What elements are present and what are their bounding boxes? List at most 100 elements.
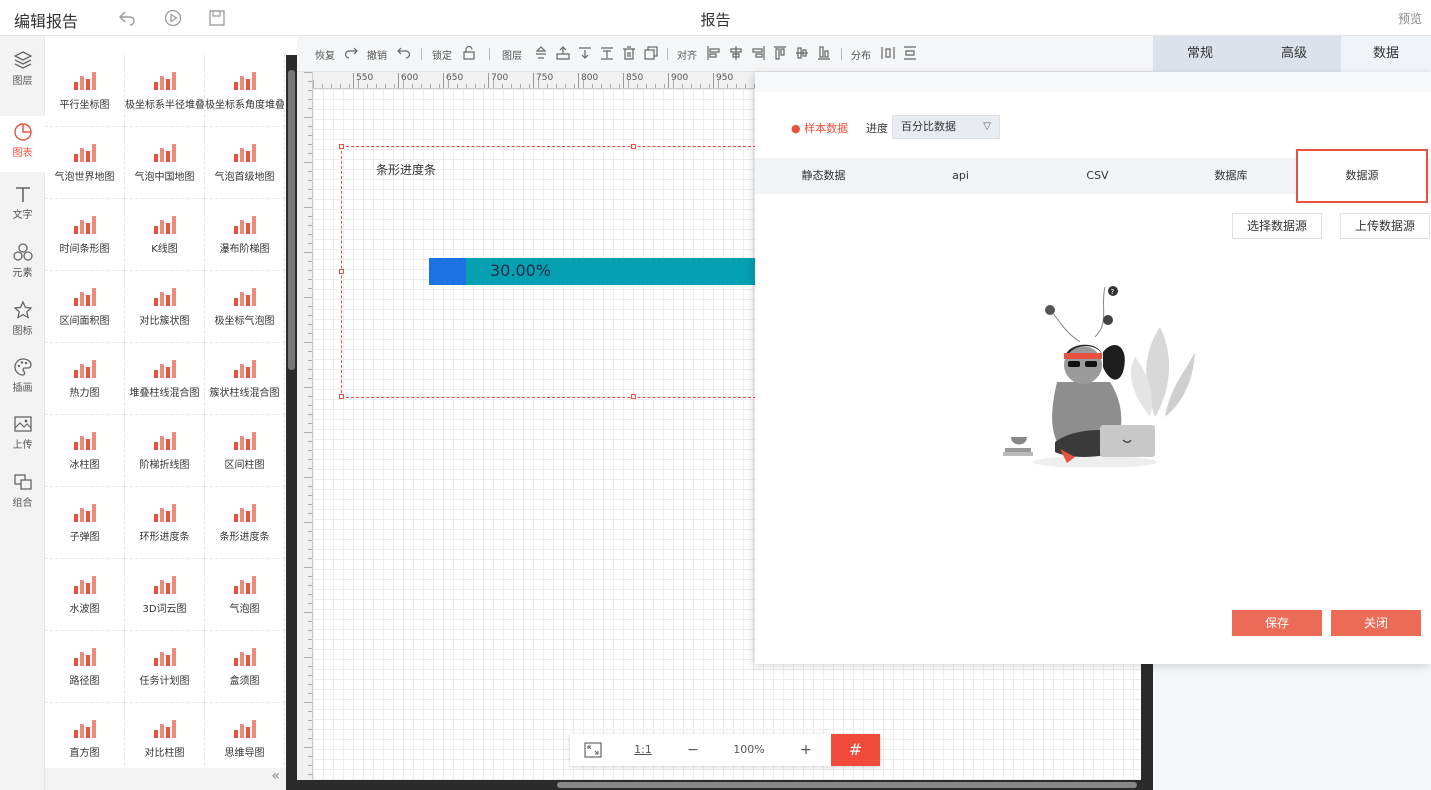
palette-item[interactable]: 对比柱图 (125, 703, 205, 775)
palette-item[interactable]: 气泡中国地图 (125, 127, 205, 199)
choose-datasource-button[interactable]: 选择数据源 (1232, 213, 1322, 239)
resize-handle[interactable] (631, 394, 636, 399)
chart-type-icon (233, 720, 256, 738)
palette-item[interactable]: 对比簇状图 (125, 271, 205, 343)
nav-upload[interactable]: 上传 (0, 408, 45, 458)
layer-up-icon[interactable] (534, 45, 548, 61)
palette-scrollbar[interactable] (286, 55, 297, 790)
zoom-in-button[interactable]: + (782, 734, 830, 766)
undo-icon[interactable] (118, 9, 136, 27)
palette-item[interactable]: 极坐标系半径堆叠 (125, 55, 205, 127)
palette-item[interactable]: K线图 (125, 199, 205, 271)
palette-item[interactable]: 子弹图 (45, 487, 125, 559)
resize-handle[interactable] (339, 394, 344, 399)
palette-item[interactable]: 极坐标气泡图 (205, 271, 285, 343)
tab-api[interactable]: api (892, 158, 1029, 194)
grid-toggle-icon[interactable]: # (831, 734, 880, 766)
layers-icon (13, 51, 32, 69)
layer-bottom-icon[interactable] (600, 45, 614, 61)
palette-item[interactable]: 时间条形图 (45, 199, 125, 271)
nav-layers[interactable]: 图层 (0, 44, 45, 94)
upload-datasource-button[interactable]: 上传数据源 (1340, 213, 1430, 239)
close-button[interactable]: 关闭 (1331, 610, 1421, 636)
undo-button[interactable]: 撤销 (367, 47, 387, 62)
tab-database[interactable]: 数据库 (1166, 158, 1296, 194)
sample-data-option[interactable]: ● 样本数据 (791, 120, 848, 136)
align-center-icon[interactable] (729, 45, 743, 61)
undo-arrow-icon[interactable] (397, 45, 411, 61)
resize-handle[interactable] (339, 144, 344, 149)
align-middle-icon[interactable] (795, 45, 809, 61)
palette-item[interactable]: 区间面积图 (45, 271, 125, 343)
palette-item[interactable]: 水波图 (45, 559, 125, 631)
layer-top-icon[interactable] (556, 45, 570, 61)
palette-item[interactable]: 直方图 (45, 703, 125, 775)
tab-advanced[interactable]: 高级 (1247, 36, 1341, 72)
palette-item[interactable]: 区间柱图 (205, 415, 285, 487)
nav-text[interactable]: 文字 (0, 178, 45, 228)
palette-item[interactable]: 堆叠柱线混合图 (125, 343, 205, 415)
palette-item[interactable]: 气泡首级地图 (205, 127, 285, 199)
ruler-tick-label: 950 (713, 73, 733, 88)
progress-type-select[interactable]: 百分比数据 ▽ (892, 115, 1000, 139)
delete-icon[interactable] (622, 45, 636, 61)
palette-item[interactable]: 气泡世界地图 (45, 127, 125, 199)
save-button[interactable]: 保存 (1232, 610, 1322, 636)
copy-icon[interactable] (644, 45, 658, 61)
distribute-horizontal-icon[interactable] (881, 45, 895, 61)
save-icon[interactable] (208, 9, 226, 27)
resize-handle[interactable] (339, 269, 344, 274)
redo-icon[interactable] (344, 45, 358, 61)
palette-item[interactable]: 平行坐标图 (45, 55, 125, 127)
palette-item-label: 思维导图 (224, 748, 265, 759)
tab-general[interactable]: 常规 (1153, 36, 1247, 72)
palette-item[interactable]: 思维导图 (205, 703, 285, 775)
align-left-icon[interactable] (707, 45, 721, 61)
actual-size-button[interactable]: 1:1 (616, 734, 670, 766)
collapse-panel-button[interactable]: « (45, 768, 286, 790)
nav-illustrations[interactable]: 插画 (0, 351, 45, 401)
nav-elements[interactable]: 元素 (0, 236, 45, 286)
play-icon[interactable] (164, 9, 182, 27)
nav-charts[interactable]: 图表 (0, 116, 45, 172)
palette-item[interactable]: 瀑布阶梯图 (205, 199, 285, 271)
group-icon (13, 474, 32, 490)
tab-data[interactable]: 数据 (1341, 36, 1431, 72)
lock-button[interactable]: 锁定 (432, 47, 452, 62)
sample-data-label: 样本数据 (804, 122, 849, 135)
palette-item[interactable]: 环形进度条 (125, 487, 205, 559)
resize-handle[interactable] (631, 144, 636, 149)
palette-item[interactable]: 冰柱图 (45, 415, 125, 487)
chart-type-icon (153, 72, 176, 90)
palette-item[interactable]: 任务计划图 (125, 631, 205, 703)
layer-down-icon[interactable] (578, 45, 592, 61)
palette-item[interactable]: 气泡图 (205, 559, 285, 631)
redo-button[interactable]: 恢复 (315, 47, 335, 62)
palette-item[interactable]: 路径图 (45, 631, 125, 703)
palette-item-label: 平行坐标图 (59, 100, 110, 111)
nav-label: 图表 (12, 148, 33, 159)
palette-item[interactable]: 盒须图 (205, 631, 285, 703)
tab-static-data[interactable]: 静态数据 (755, 158, 892, 194)
distribute-vertical-icon[interactable] (903, 45, 917, 61)
chart-type-icon (233, 144, 256, 162)
nav-group[interactable]: 组合 (0, 466, 45, 516)
palette-item-label: 子弹图 (69, 532, 100, 543)
palette-item[interactable]: 极坐标系角度堆叠 (205, 55, 285, 127)
canvas-horizontal-scrollbar[interactable] (297, 780, 1153, 790)
nav-icons[interactable]: 图标 (0, 294, 45, 344)
tab-datasource[interactable]: 数据源 (1296, 149, 1428, 203)
align-top-icon[interactable] (773, 45, 787, 61)
preview-button[interactable]: 预览 (1398, 10, 1422, 27)
palette-item[interactable]: 阶梯折线图 (125, 415, 205, 487)
tab-csv[interactable]: CSV (1029, 158, 1166, 194)
fit-screen-icon[interactable] (570, 734, 616, 766)
zoom-out-button[interactable]: − (670, 734, 716, 766)
palette-item[interactable]: 条形进度条 (205, 487, 285, 559)
palette-item[interactable]: 簇状柱线混合图 (205, 343, 285, 415)
palette-item[interactable]: 热力图 (45, 343, 125, 415)
align-bottom-icon[interactable] (817, 45, 831, 61)
align-right-icon[interactable] (751, 45, 765, 61)
palette-item[interactable]: 3D词云图 (125, 559, 205, 631)
lock-icon[interactable] (462, 45, 476, 61)
